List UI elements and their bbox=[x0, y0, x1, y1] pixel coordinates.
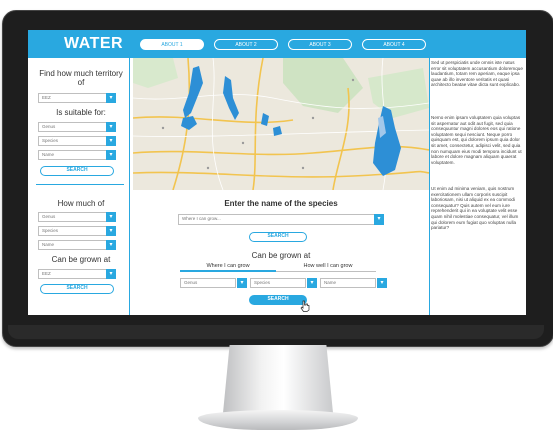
sidebar-search-button-2[interactable]: SEARCH bbox=[40, 284, 114, 294]
chevron-down-icon[interactable]: ▾ bbox=[106, 269, 116, 279]
monitor-stand-base bbox=[198, 410, 358, 430]
suitable-title: Is suitable for: bbox=[56, 108, 106, 117]
grown-at-select[interactable]: EEZ bbox=[38, 269, 110, 279]
genus-select-main[interactable]: Genus bbox=[180, 278, 236, 288]
right-paragraph-1: Sed ut perspiciatis unde omnis iste natu… bbox=[431, 60, 523, 88]
grown-at-heading: Can be grown at bbox=[251, 251, 311, 260]
tab-about-2[interactable]: ABOUT 2 bbox=[214, 39, 278, 50]
header-bar: WATER ABOUT 1 ABOUT 2 ABOUT 3 ABOUT 4 bbox=[28, 30, 526, 58]
tab-about-4[interactable]: ABOUT 4 bbox=[362, 39, 426, 50]
how-genus-select[interactable]: Genus bbox=[38, 212, 110, 222]
monitor-bottom-bezel bbox=[8, 325, 544, 339]
species-select-main[interactable]: Species bbox=[250, 278, 306, 288]
sidebar-separator bbox=[36, 184, 124, 185]
tab-how-well-i-can-grow[interactable]: How well I can grow bbox=[280, 263, 376, 269]
species-select[interactable]: Species bbox=[38, 136, 110, 146]
territory-select[interactable]: EEZ bbox=[38, 93, 110, 103]
chevron-down-icon[interactable]: ▾ bbox=[106, 122, 116, 132]
name-select[interactable]: Name bbox=[38, 150, 110, 160]
how-much-title: How much of bbox=[57, 199, 105, 208]
tab-about-1[interactable]: ABOUT 1 bbox=[140, 39, 204, 50]
chevron-down-icon[interactable]: ▾ bbox=[374, 214, 384, 225]
genus-select[interactable]: Genus bbox=[38, 122, 110, 132]
species-input[interactable]: Where I can grow... bbox=[178, 214, 375, 225]
species-title: Enter the name of the species bbox=[224, 199, 338, 208]
chevron-down-icon[interactable]: ▾ bbox=[237, 278, 247, 288]
tab-where-i-can-grow[interactable]: Where I can grow bbox=[180, 263, 276, 269]
chevron-down-icon[interactable]: ▾ bbox=[307, 278, 317, 288]
territory-title: Find how much territory of bbox=[39, 69, 123, 87]
chevron-down-icon[interactable]: ▾ bbox=[106, 136, 116, 146]
sidebar-search-button[interactable]: SEARCH bbox=[40, 166, 114, 176]
tab-about-3[interactable]: ABOUT 3 bbox=[288, 39, 352, 50]
screen: WATER ABOUT 1 ABOUT 2 ABOUT 3 ABOUT 4 Fi… bbox=[28, 30, 526, 315]
name-select-main[interactable]: Name bbox=[320, 278, 376, 288]
chevron-down-icon[interactable]: ▾ bbox=[106, 150, 116, 160]
sidebar: Find how much territory of EEZ ▾ Is suit… bbox=[28, 58, 128, 315]
monitor-stand-neck bbox=[223, 345, 333, 413]
app-logo: WATER bbox=[64, 35, 124, 52]
map-view[interactable] bbox=[133, 58, 429, 190]
species-search-button[interactable]: SEARCH bbox=[249, 232, 307, 242]
sidebar-divider bbox=[129, 58, 130, 315]
right-paragraph-3: Ut enim ad minima veniam, quis nostrum e… bbox=[431, 186, 519, 231]
chevron-down-icon[interactable]: ▾ bbox=[377, 278, 387, 288]
chevron-down-icon[interactable]: ▾ bbox=[106, 240, 116, 250]
right-panel-divider bbox=[429, 58, 430, 315]
subtab-active-indicator bbox=[180, 270, 276, 272]
chevron-down-icon[interactable]: ▾ bbox=[106, 93, 116, 103]
chevron-down-icon[interactable]: ▾ bbox=[106, 212, 116, 222]
grown-search-button[interactable]: SEARCH bbox=[249, 295, 307, 305]
how-species-select[interactable]: Species bbox=[38, 226, 110, 236]
grown-at-title: Can be grown at bbox=[51, 255, 111, 264]
map-graphic bbox=[133, 58, 429, 190]
chevron-down-icon[interactable]: ▾ bbox=[106, 226, 116, 236]
right-paragraph-2: Nemo enim ipsam voluptatem quia voluptas… bbox=[431, 115, 522, 165]
hand-pointer-icon bbox=[300, 300, 310, 312]
how-name-select[interactable]: Name bbox=[38, 240, 110, 250]
